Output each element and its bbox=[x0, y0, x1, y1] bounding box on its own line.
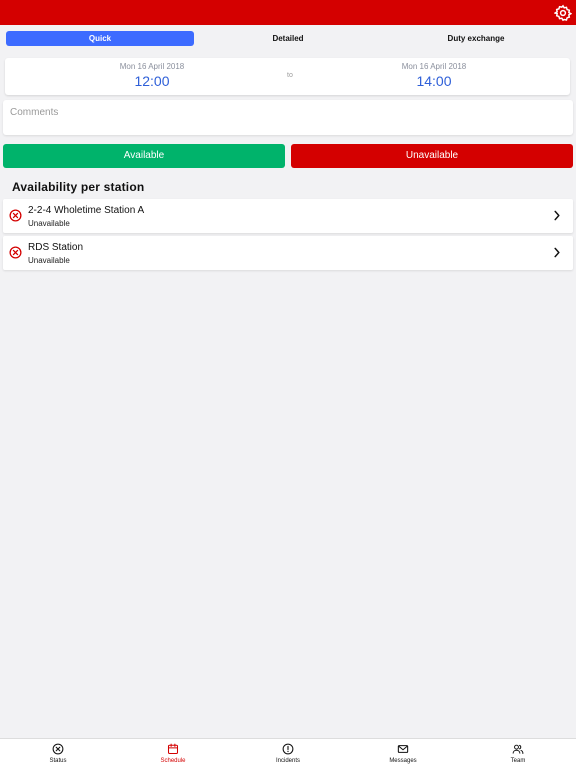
bottom-nav: Status Schedule Incidents Messages Team bbox=[0, 738, 576, 768]
station-status: Unavailable bbox=[28, 256, 70, 265]
nav-team-label: Team bbox=[510, 758, 526, 764]
to-time: 14:00 bbox=[416, 73, 452, 89]
tab-detailed[interactable]: Detailed bbox=[194, 31, 382, 46]
available-button[interactable]: Available bbox=[3, 144, 285, 168]
unavailable-button[interactable]: Unavailable bbox=[291, 144, 573, 168]
comments-placeholder: Comments bbox=[10, 107, 59, 118]
nav-messages[interactable]: Messages bbox=[363, 743, 443, 766]
tab-duty-exchange[interactable]: Duty exchange bbox=[382, 31, 570, 46]
station-name: 2-2-4 Wholetime Station A bbox=[28, 205, 145, 216]
nav-incidents[interactable]: Incidents bbox=[248, 743, 328, 766]
calendar-icon bbox=[167, 743, 179, 755]
nav-team[interactable]: Team bbox=[478, 743, 558, 766]
top-bar bbox=[0, 0, 576, 25]
station-status: Unavailable bbox=[28, 219, 70, 228]
nav-schedule-label: Schedule bbox=[160, 758, 186, 764]
status-icon bbox=[52, 743, 64, 755]
chevron-right-icon bbox=[554, 247, 560, 258]
nav-status[interactable]: Status bbox=[18, 743, 98, 766]
chevron-right-icon bbox=[554, 210, 560, 221]
time-range-panel: Mon 16 April 2018 12:00 to Mon 16 April … bbox=[5, 58, 570, 95]
range-separator: to bbox=[287, 72, 293, 79]
from-date: Mon 16 April 2018 bbox=[119, 62, 185, 71]
tab-quick[interactable]: Quick bbox=[6, 31, 194, 46]
alert-icon bbox=[282, 743, 294, 755]
from-datetime[interactable]: Mon 16 April 2018 12:00 bbox=[52, 62, 252, 90]
to-date: Mon 16 April 2018 bbox=[401, 62, 467, 71]
nav-schedule[interactable]: Schedule bbox=[133, 743, 213, 766]
nav-messages-label: Messages bbox=[389, 758, 417, 764]
from-time: 12:00 bbox=[134, 73, 170, 89]
to-datetime[interactable]: Mon 16 April 2018 14:00 bbox=[334, 62, 534, 90]
gear-icon[interactable] bbox=[554, 4, 572, 22]
comments-field[interactable]: Comments bbox=[3, 100, 573, 135]
mode-tabs: Quick Detailed Duty exchange bbox=[0, 29, 576, 49]
nav-status-label: Status bbox=[49, 758, 67, 764]
station-name: RDS Station bbox=[28, 242, 84, 253]
unavailable-x-icon bbox=[9, 246, 22, 259]
envelope-icon bbox=[397, 745, 409, 753]
team-icon bbox=[512, 744, 524, 754]
unavailable-x-icon bbox=[9, 209, 22, 222]
section-title: Availability per station bbox=[12, 180, 145, 194]
nav-incidents-label: Incidents bbox=[275, 758, 300, 764]
station-row[interactable]: 2-2-4 Wholetime Station A Unavailable bbox=[3, 199, 573, 233]
station-row[interactable]: RDS Station Unavailable bbox=[3, 236, 573, 270]
